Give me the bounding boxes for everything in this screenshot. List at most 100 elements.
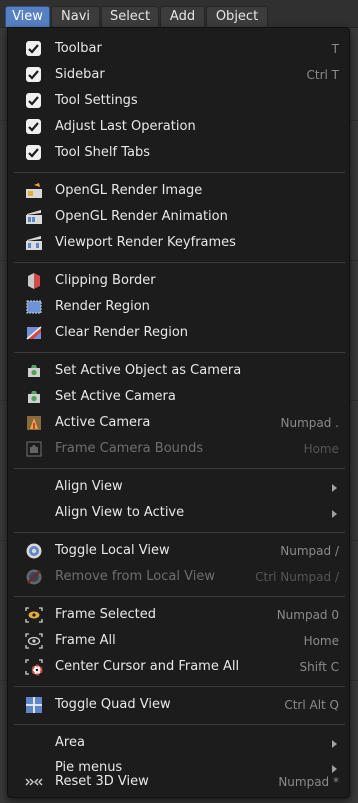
menu-item-remove-from-local-view[interactable]: Remove from Local View Ctrl Numpad / (10, 564, 347, 590)
menu-item-label: Sidebar (55, 67, 105, 82)
menu-item-label: Reset 3D View (55, 774, 149, 789)
menu-item-center-cursor-and-frame-all[interactable]: Center Cursor and Frame All Shift C (10, 654, 347, 680)
menu-item-sidebar[interactable]: Sidebar Ctrl T (10, 62, 347, 88)
render-animation-icon (26, 210, 42, 224)
local-view-icon (26, 543, 42, 559)
camera-object-icon (28, 365, 40, 377)
menu-separator (14, 468, 345, 469)
menu-item-opengl-render-animation[interactable]: OpenGL Render Animation (10, 204, 347, 230)
checkbox-checked-icon[interactable] (26, 67, 41, 82)
menu-item-label: Frame Camera Bounds (55, 441, 204, 456)
menu-item-label: Toggle Quad View (55, 697, 171, 712)
shortcut-label: Shift C (299, 660, 339, 674)
menu-item-toggle-quad-view[interactable]: Toggle Quad View Ctrl Alt Q (10, 692, 347, 718)
menu-item-render-region[interactable]: Render Region (10, 294, 347, 320)
submenu-arrow-icon (332, 484, 337, 492)
frame-camera-bounds-icon (26, 441, 42, 457)
menu-separator (14, 352, 345, 353)
menu-item-active-camera[interactable]: Active Camera Numpad . (10, 410, 347, 436)
tab-navi[interactable]: Navi (51, 6, 100, 27)
menu-item-label: Remove from Local View (55, 569, 215, 584)
menu-item-label: Toolbar (55, 41, 102, 56)
checkbox-checked-icon[interactable] (26, 93, 41, 108)
menu-item-frame-selected[interactable]: Frame Selected Numpad 0 (10, 602, 347, 628)
shortcut-label: Home (303, 442, 339, 456)
clipping-border-icon (28, 273, 40, 289)
render-keyframes-icon (26, 236, 42, 250)
menu-item-label: Clear Render Region (55, 325, 189, 340)
center-cursor-icon (25, 659, 43, 676)
menu-item-opengl-render-image[interactable]: OpenGL Render Image (10, 178, 347, 204)
remove-local-view-icon (26, 569, 42, 585)
tab-view[interactable]: View (5, 6, 50, 27)
shortcut-label: T (331, 42, 339, 56)
viewport-header: View Navi Select Add Object (0, 0, 358, 28)
menu-separator (14, 532, 345, 533)
submenu-arrow-icon (332, 740, 337, 748)
frame-all-icon (25, 633, 43, 649)
menu-item-label: Toggle Local View (55, 543, 170, 558)
menu-item-label: Area (55, 735, 85, 750)
tab-add[interactable]: Add (160, 6, 205, 27)
checkbox-checked-icon[interactable] (26, 119, 41, 134)
menu-item-label: Active Camera (55, 415, 151, 430)
menu-item-label: Align View (55, 479, 123, 494)
menu-item-label: Center Cursor and Frame All (55, 659, 240, 674)
menu-item-set-active-camera[interactable]: Set Active Camera (10, 384, 347, 410)
menu-item-viewport-render-keyframes[interactable]: Viewport Render Keyframes (10, 230, 347, 256)
shortcut-label: Numpad 0 (276, 608, 339, 622)
tab-object[interactable]: Object (206, 6, 268, 27)
menu-item-frame-all[interactable]: Frame All Home (10, 628, 347, 654)
menu-item-align-view[interactable]: Align View (10, 474, 347, 500)
menu-item-tool-shelf-tabs[interactable]: Tool Shelf Tabs (10, 140, 347, 166)
menu-item-label: OpenGL Render Animation (55, 209, 228, 224)
checkbox-checked-icon[interactable] (26, 145, 41, 160)
checkbox-checked-icon[interactable] (26, 41, 41, 56)
menu-item-label: Frame All (55, 633, 116, 648)
frame-selected-icon (25, 607, 43, 623)
menu-item-label: Set Active Object as Camera (55, 363, 242, 378)
menu-item-label: OpenGL Render Image (55, 183, 203, 198)
menu-item-frame-camera-bounds[interactable]: Frame Camera Bounds Home (10, 436, 347, 462)
menu-item-label: Frame Selected (55, 607, 156, 622)
menu-item-toggle-local-view[interactable]: Toggle Local View Numpad / (10, 538, 347, 564)
shortcut-label: Ctrl Numpad / (255, 570, 339, 584)
camera-object-icon (28, 391, 40, 403)
menu-item-set-active-object-as-camera[interactable]: Set Active Object as Camera (10, 358, 347, 384)
shortcut-label: Numpad * (278, 775, 339, 789)
menu-separator (14, 596, 345, 597)
view-menu-dropdown: Toolbar T Sidebar Ctrl T Tool Settings A… (7, 27, 350, 798)
menu-item-reset-3d-view[interactable]: Reset 3D View Numpad * (10, 769, 347, 795)
active-camera-icon (27, 416, 41, 430)
menu-item-label: Render Region (55, 299, 150, 314)
menu-item-label: Clipping Border (55, 273, 156, 288)
render-region-icon (26, 300, 42, 314)
shortcut-label: Ctrl T (306, 68, 340, 82)
menu-separator (14, 262, 345, 263)
menu-item-label: Tool Settings (55, 93, 138, 108)
menu-separator (14, 172, 345, 173)
menu-separator (14, 724, 345, 725)
menu-item-label: Set Active Camera (55, 389, 176, 404)
menu-item-area[interactable]: Area (10, 730, 347, 756)
menu-item-label: Align View to Active (55, 505, 185, 520)
menu-item-clear-render-region[interactable]: Clear Render Region (10, 320, 347, 346)
menu-separator (14, 686, 345, 687)
shortcut-label: Numpad / (280, 544, 339, 558)
menu-item-adjust-last-operation[interactable]: Adjust Last Operation (10, 114, 347, 140)
menu-item-label: Adjust Last Operation (55, 119, 196, 134)
menu-item-toolbar[interactable]: Toolbar T (10, 36, 347, 62)
menu-item-align-view-to-active[interactable]: Align View to Active (10, 500, 347, 526)
reset-3d-view-icon (25, 778, 43, 786)
menu-item-label: Viewport Render Keyframes (55, 235, 236, 250)
tab-select[interactable]: Select (101, 6, 159, 27)
menu-item-label: Tool Shelf Tabs (55, 145, 150, 160)
shortcut-label: Home (303, 634, 339, 648)
render-image-icon (26, 183, 42, 198)
shortcut-label: Numpad . (280, 416, 340, 430)
menu-item-clipping-border[interactable]: Clipping Border (10, 268, 347, 294)
menu-item-tool-settings[interactable]: Tool Settings (10, 88, 347, 114)
shortcut-label: Ctrl Alt Q (284, 698, 339, 712)
clear-render-region-icon (26, 326, 42, 340)
quad-view-icon (26, 697, 42, 713)
